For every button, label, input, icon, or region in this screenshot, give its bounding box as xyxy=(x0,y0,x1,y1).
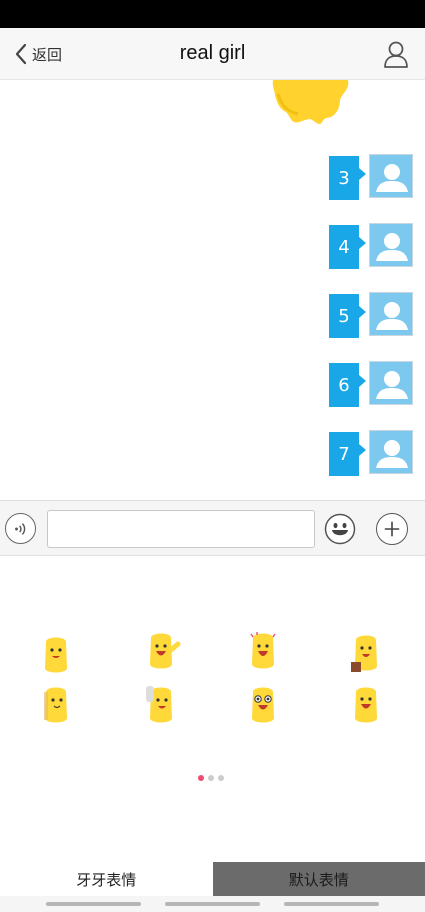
sticker-item[interactable] xyxy=(36,634,76,678)
message-input[interactable] xyxy=(47,510,315,548)
default-avatar-icon xyxy=(376,164,408,192)
tab-default-stickers[interactable]: 默认表情 xyxy=(212,862,425,896)
sticker-item[interactable] xyxy=(346,632,386,676)
plus-icon xyxy=(384,521,400,537)
message-row: 7 xyxy=(329,430,415,476)
sticker-item[interactable] xyxy=(346,684,386,728)
message-list[interactable]: 3 4 5 6 7 xyxy=(0,80,425,500)
message-bubble[interactable]: 6 xyxy=(329,363,366,407)
message-row: 3 xyxy=(329,154,415,200)
sticker-item[interactable] xyxy=(243,684,283,728)
chat-header: 返回 real girl xyxy=(0,28,425,80)
page-dot-active xyxy=(198,775,204,781)
default-avatar-icon xyxy=(376,440,408,468)
user-avatar[interactable] xyxy=(369,430,413,474)
tab-yaya-stickers[interactable]: 牙牙表情 xyxy=(0,862,213,896)
default-avatar-icon xyxy=(376,371,408,399)
voice-icon xyxy=(14,522,25,535)
message-row: 6 xyxy=(329,361,415,407)
emoji-button[interactable] xyxy=(324,513,356,545)
message-bubble[interactable]: 5 xyxy=(329,294,366,338)
more-actions-button[interactable] xyxy=(376,513,408,545)
input-bar xyxy=(0,500,425,556)
page-dot xyxy=(208,775,214,781)
sticker-item[interactable] xyxy=(36,684,76,728)
message-row: 5 xyxy=(329,292,415,338)
voice-input-button[interactable] xyxy=(5,513,36,544)
nav-back-gesture[interactable] xyxy=(46,902,141,906)
sticker-message-image[interactable] xyxy=(268,80,352,132)
message-bubble[interactable]: 7 xyxy=(329,432,366,476)
nav-recents-gesture[interactable] xyxy=(284,902,379,906)
user-avatar[interactable] xyxy=(369,223,413,267)
default-avatar-icon xyxy=(376,302,408,330)
sticker-panel xyxy=(0,556,425,862)
nav-home-gesture[interactable] xyxy=(165,902,260,906)
message-bubble[interactable]: 3 xyxy=(329,156,366,200)
sticker-item[interactable] xyxy=(141,630,181,674)
message-bubble[interactable]: 4 xyxy=(329,225,366,269)
sticker-item[interactable] xyxy=(141,684,181,728)
system-nav-bar xyxy=(0,896,425,912)
message-row: 4 xyxy=(329,223,415,269)
sticker-tabs: 牙牙表情 默认表情 xyxy=(0,862,425,896)
user-avatar[interactable] xyxy=(369,154,413,198)
status-bar xyxy=(0,0,425,28)
user-avatar[interactable] xyxy=(369,292,413,336)
page-dot xyxy=(218,775,224,781)
profile-icon[interactable] xyxy=(383,40,409,68)
page-indicator xyxy=(198,775,224,781)
user-avatar[interactable] xyxy=(369,361,413,405)
default-avatar-icon xyxy=(376,233,408,261)
sticker-item[interactable] xyxy=(243,630,283,674)
chat-title: real girl xyxy=(179,42,246,64)
